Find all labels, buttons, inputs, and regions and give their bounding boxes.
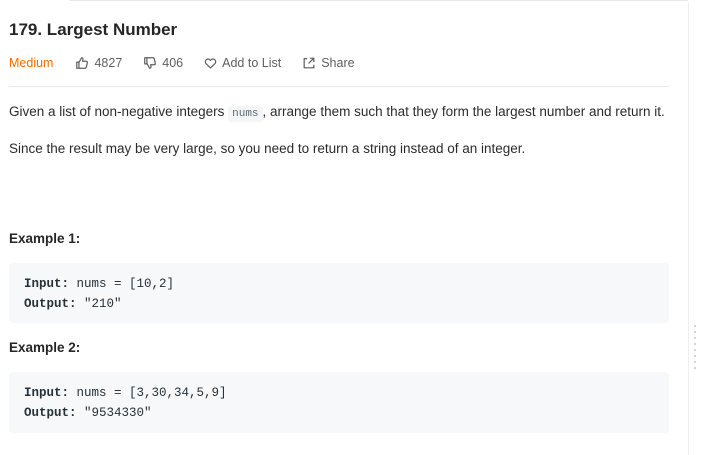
statement-paragraph-1: Given a list of non-negative integers nu… <box>9 104 665 122</box>
heart-icon <box>204 57 217 69</box>
header-divider <box>9 86 669 87</box>
share-icon <box>303 57 315 69</box>
example-1-title: Example 1: <box>9 231 81 246</box>
panel-divider[interactable] <box>688 3 689 455</box>
like-button[interactable]: 4827 <box>75 56 122 70</box>
inline-code: nums <box>228 106 263 122</box>
add-to-list-label: Add to List <box>222 56 282 70</box>
problem-meta-bar: Medium 4827 406 Add to List Share <box>9 55 376 71</box>
thumbs-down-icon <box>144 57 157 69</box>
difficulty-badge: Medium <box>9 56 54 70</box>
like-count: 4827 <box>94 56 123 70</box>
example-1-output: Output: "210" <box>24 297 122 311</box>
thumbs-up-icon <box>76 57 89 69</box>
example-2-title: Example 2: <box>9 340 81 355</box>
example-1-input: Input: nums = [10,2] <box>24 277 175 291</box>
example-2-input: Input: nums = [3,30,34,5,9] <box>24 386 227 400</box>
problem-title: 179. Largest Number <box>9 20 178 39</box>
dislike-button[interactable]: 406 <box>143 56 183 70</box>
example-1-code: Input: nums = [10,2] Output: "210" <box>9 263 669 323</box>
share-label: Share <box>321 56 355 70</box>
example-2-code: Input: nums = [3,30,34,5,9] Output: "953… <box>9 372 669 433</box>
add-to-list-button[interactable]: Add to List <box>204 56 281 70</box>
statement-paragraph-2: Since the result may be very large, so y… <box>9 141 526 156</box>
dislike-count: 406 <box>162 56 184 70</box>
problem-statement: Given a list of non-negative integers nu… <box>9 101 669 173</box>
panel-top-border <box>70 0 688 4</box>
example-2-output: Output: "9534330" <box>24 406 152 420</box>
resize-handle[interactable] <box>692 325 698 375</box>
share-button[interactable]: Share <box>302 56 355 70</box>
